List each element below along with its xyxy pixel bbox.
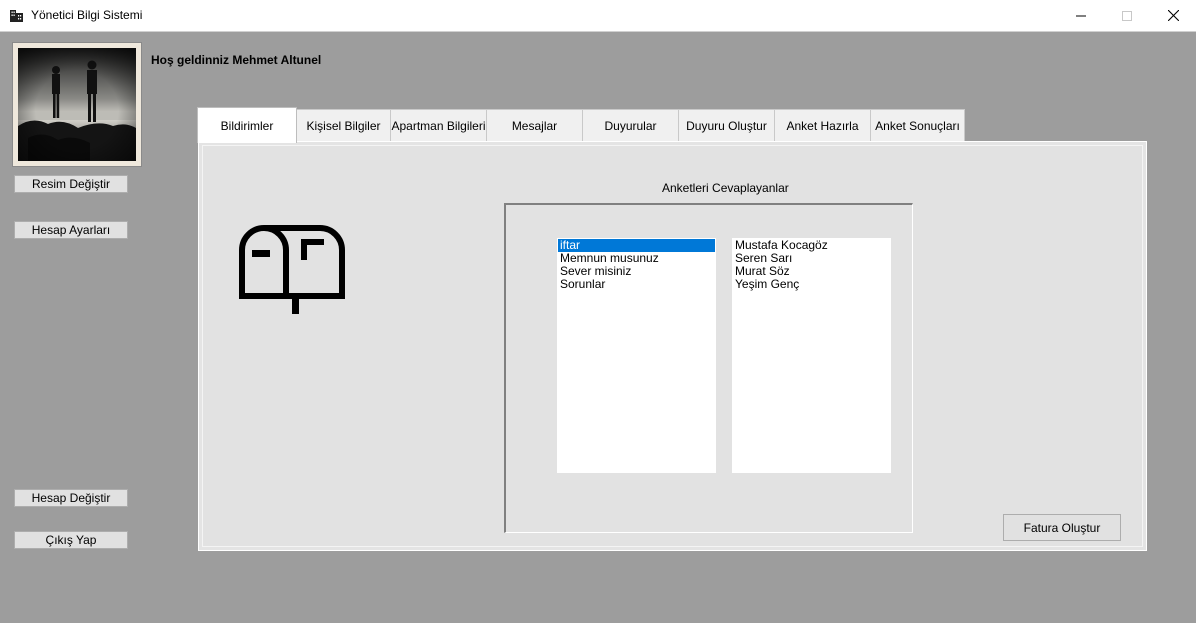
respondents-group-title: Anketleri Cevaplayanlar bbox=[662, 181, 789, 195]
respondents-listbox[interactable]: Mustafa Kocagöz Seren Sarı Murat Söz Yeş… bbox=[732, 238, 891, 473]
list-item[interactable]: Yeşim Genç bbox=[733, 278, 890, 291]
profile-photo bbox=[13, 43, 141, 166]
tab-bildirimler[interactable]: Bildirimler bbox=[197, 107, 297, 143]
tab-apartman-bilgileri[interactable]: Apartman Bilgileri bbox=[390, 109, 487, 142]
tab-anket-sonuclari[interactable]: Anket Sonuçları bbox=[870, 109, 965, 142]
tab-kisisel-bilgiler[interactable]: Kişisel Bilgiler bbox=[296, 109, 391, 142]
switch-account-button[interactable]: Hesap Değiştir bbox=[14, 489, 128, 507]
account-settings-button[interactable]: Hesap Ayarları bbox=[14, 221, 128, 239]
tab-anket-hazirla[interactable]: Anket Hazırla bbox=[774, 109, 871, 142]
welcome-message: Hoş geldinniz Mehmet Altunel bbox=[151, 53, 322, 67]
close-button[interactable] bbox=[1150, 0, 1196, 31]
profile-image bbox=[18, 48, 136, 161]
minimize-button[interactable] bbox=[1058, 0, 1104, 31]
list-item[interactable]: Sorunlar bbox=[558, 278, 715, 291]
create-invoice-button[interactable]: Fatura Oluştur bbox=[1003, 514, 1121, 541]
change-photo-button[interactable]: Resim Değiştir bbox=[14, 175, 128, 193]
close-icon bbox=[1167, 10, 1179, 21]
building-icon bbox=[10, 10, 23, 22]
tab-duyurular[interactable]: Duyurular bbox=[582, 109, 679, 142]
minimize-icon bbox=[1076, 15, 1086, 16]
window-title: Yönetici Bilgi Sistemi bbox=[31, 8, 143, 22]
survey-listbox[interactable]: iftar Memnun musunuz Sever misiniz Sorun… bbox=[557, 238, 716, 473]
mailbox-icon bbox=[239, 225, 345, 314]
tab-duyuru-olustur[interactable]: Duyuru Oluştur bbox=[678, 109, 775, 142]
title-bar: Yönetici Bilgi Sistemi bbox=[0, 0, 1196, 32]
maximize-button[interactable] bbox=[1104, 0, 1150, 31]
logout-button[interactable]: Çıkış Yap bbox=[14, 531, 128, 549]
maximize-icon bbox=[1122, 10, 1132, 21]
tab-mesajlar[interactable]: Mesajlar bbox=[486, 109, 583, 142]
